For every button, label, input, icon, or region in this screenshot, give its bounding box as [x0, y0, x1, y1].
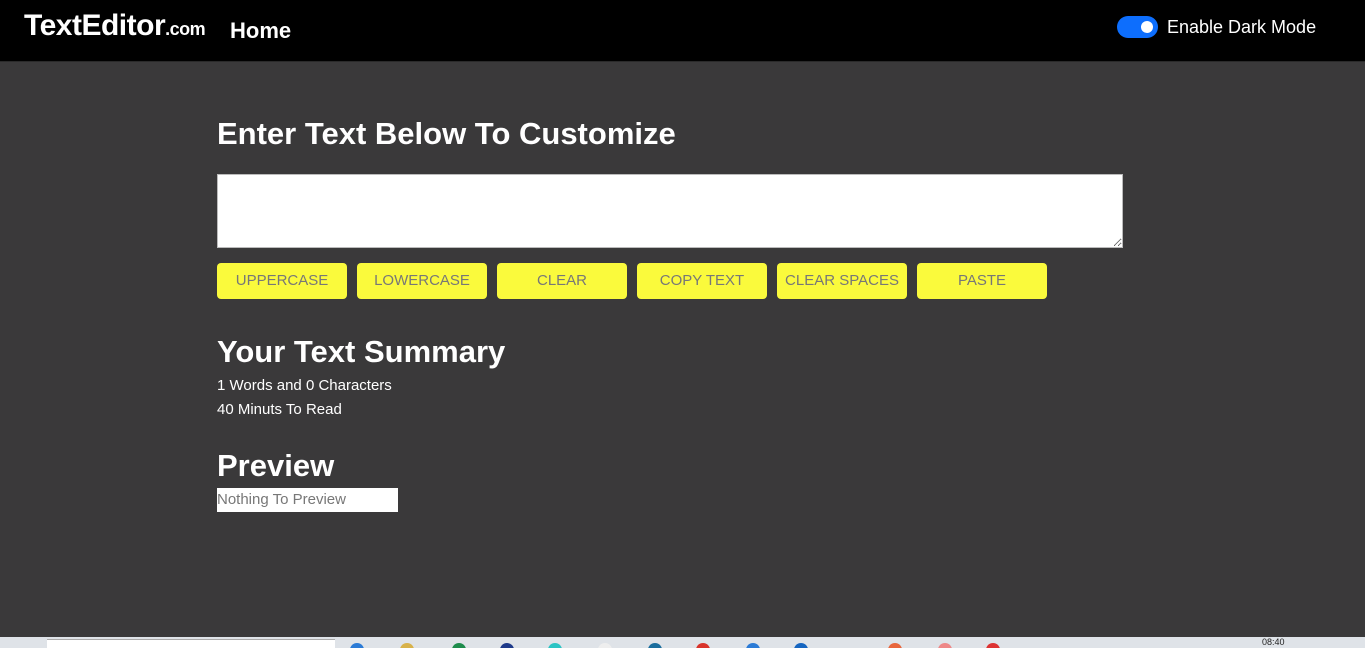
app-icon[interactable] [648, 643, 662, 648]
app-icon[interactable] [500, 643, 514, 648]
text-input[interactable] [217, 174, 1123, 248]
app-icon[interactable] [888, 643, 902, 648]
nav-home-link[interactable]: Home [230, 18, 291, 44]
app-icon[interactable] [548, 643, 562, 648]
app-icon[interactable] [986, 643, 1000, 648]
dark-mode-label[interactable]: Enable Dark Mode [1167, 17, 1316, 38]
paste-button[interactable]: PASTE [917, 263, 1047, 299]
copy-text-button[interactable]: COPY TEXT [637, 263, 767, 299]
summary-title: Your Text Summary [217, 334, 506, 369]
editor-heading: Enter Text Below To Customize [217, 116, 676, 151]
app-icon[interactable] [350, 643, 364, 648]
navbar: TextEditor.com Home Enable Dark Mode [0, 0, 1365, 62]
os-taskbar: 08:40 [0, 637, 1365, 648]
dark-mode-toggle[interactable] [1117, 16, 1158, 38]
lowercase-button[interactable]: LOWERCASE [357, 263, 487, 299]
toggle-knob [1141, 21, 1153, 33]
preview-title: Preview [217, 448, 335, 483]
app-icon[interactable] [746, 643, 760, 648]
brand-logo-link[interactable]: TextEditor.com [24, 9, 206, 43]
app-icon[interactable] [452, 643, 466, 648]
brand-tld: .com [165, 19, 206, 39]
app-icon[interactable] [696, 643, 710, 648]
app-icon[interactable] [938, 643, 952, 648]
word-char-count: 1 Words and 0 Characters [217, 377, 392, 394]
read-time: 40 Minuts To Read [217, 401, 342, 418]
app-icon[interactable] [794, 643, 808, 648]
preview-box: Nothing To Preview [217, 488, 398, 512]
brand-name: TextEditor [24, 9, 166, 42]
clear-spaces-button[interactable]: CLEAR SPACES [777, 263, 907, 299]
app-icon[interactable] [598, 643, 612, 648]
clear-button[interactable]: CLEAR [497, 263, 627, 299]
uppercase-button[interactable]: UPPERCASE [217, 263, 347, 299]
taskbar-search[interactable] [47, 639, 335, 648]
app-icon[interactable] [400, 643, 414, 648]
clock[interactable]: 08:40 [1262, 637, 1285, 647]
